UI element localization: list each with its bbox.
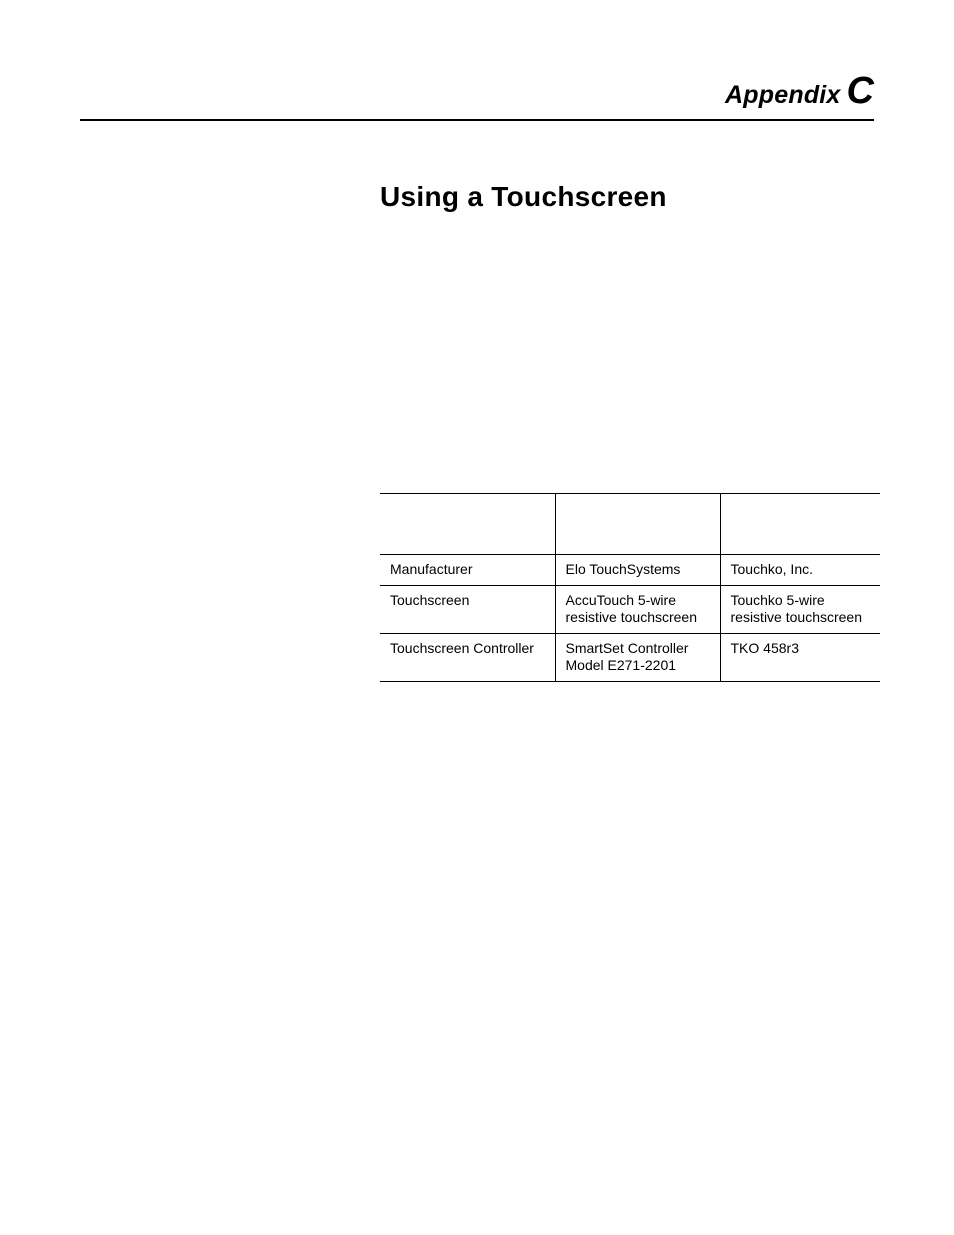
table-cell: SmartSet Controller Model E271-2201 bbox=[555, 633, 720, 681]
table-header-cell bbox=[720, 494, 880, 555]
table-row: Touchscreen Controller SmartSet Controll… bbox=[380, 633, 880, 681]
table-row: Manufacturer Elo TouchSystems Touchko, I… bbox=[380, 555, 880, 586]
touchscreen-spec-table: Manufacturer Elo TouchSystems Touchko, I… bbox=[380, 493, 880, 682]
touchscreen-spec-table-wrap: Manufacturer Elo TouchSystems Touchko, I… bbox=[380, 493, 880, 682]
table-row: Touchscreen AccuTouch 5-wire resistive t… bbox=[380, 585, 880, 633]
table-header-cell bbox=[380, 494, 555, 555]
table-header-cell bbox=[555, 494, 720, 555]
page-title: Using a Touchscreen bbox=[380, 181, 874, 213]
table-cell: TKO 458r3 bbox=[720, 633, 880, 681]
document-page: AppendixC Using a Touchscreen Manufactur… bbox=[0, 0, 954, 1235]
table-cell-label: Touchscreen Controller bbox=[380, 633, 555, 681]
page-header: AppendixC bbox=[80, 70, 874, 121]
table-cell-label: Touchscreen bbox=[380, 585, 555, 633]
appendix-word: Appendix bbox=[725, 81, 841, 109]
table-cell: Touchko, Inc. bbox=[720, 555, 880, 586]
appendix-letter: C bbox=[847, 70, 874, 112]
table-header-row bbox=[380, 494, 880, 555]
table-cell-label: Manufacturer bbox=[380, 555, 555, 586]
table-cell: Touchko 5-wire resistive touchscreen bbox=[720, 585, 880, 633]
table-cell: Elo TouchSystems bbox=[555, 555, 720, 586]
table-cell: AccuTouch 5-wire resistive touchscreen bbox=[555, 585, 720, 633]
